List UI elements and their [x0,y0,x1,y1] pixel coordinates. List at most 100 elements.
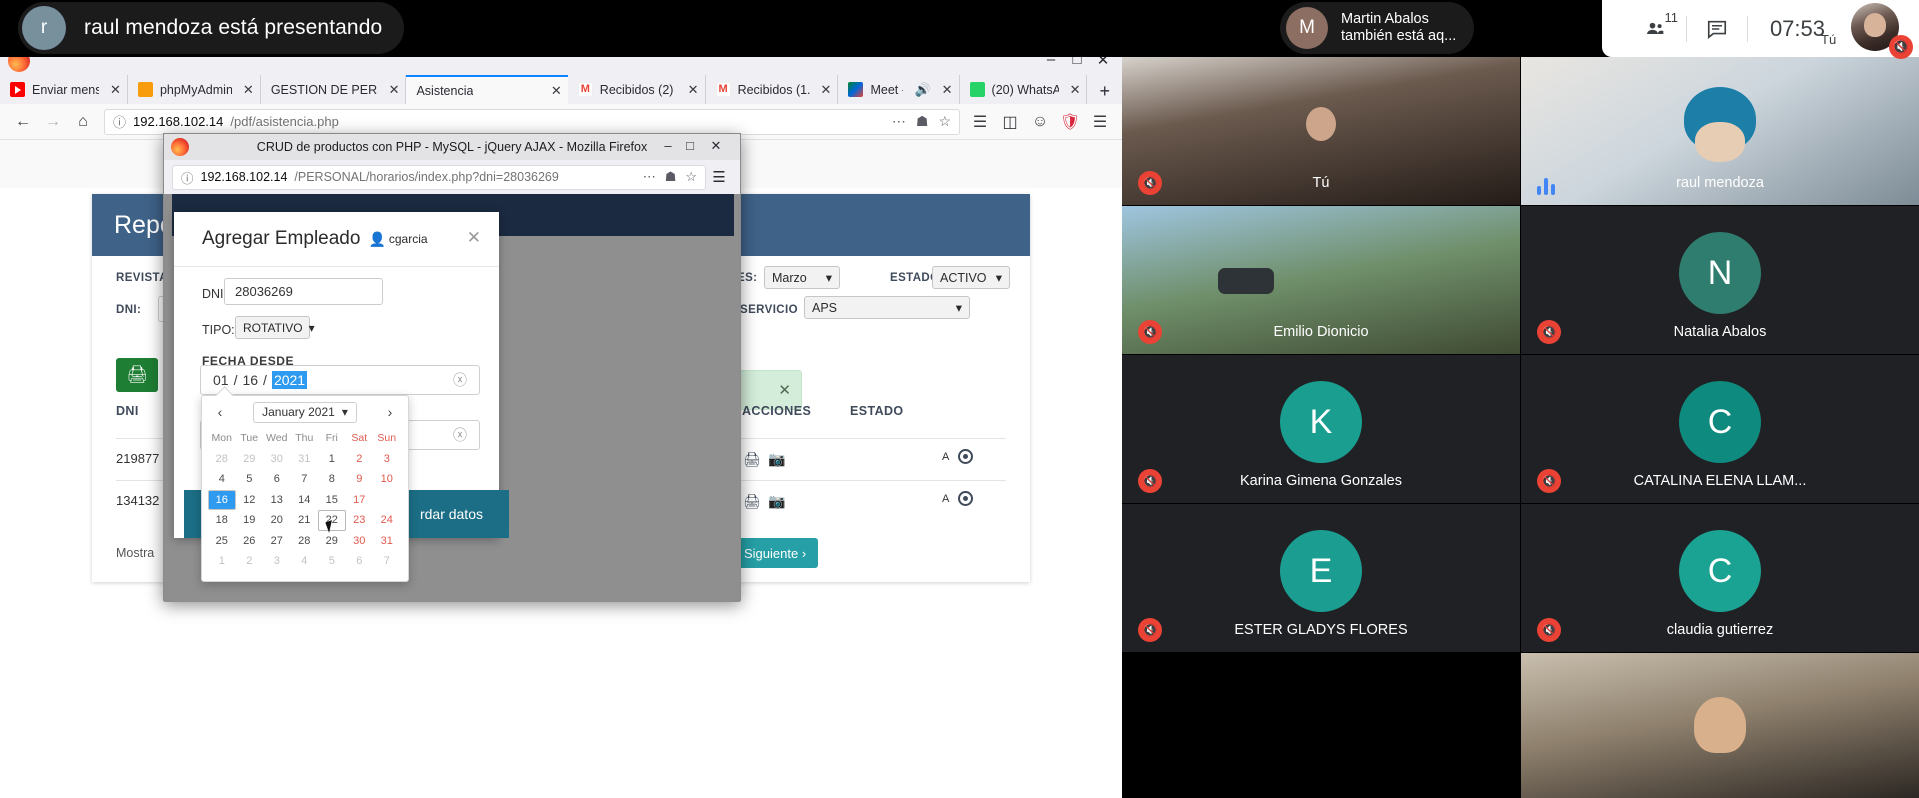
dni-input[interactable]: 28036269 [224,278,383,305]
clear-circle-icon[interactable]: ⓧ [453,425,467,445]
self-avatar-area[interactable]: Tú 🔇 [1821,0,1913,59]
chevron-left-icon[interactable]: ‹ [212,404,228,420]
hamburger-menu-icon[interactable]: ☰ [706,168,732,186]
tab-phpmyadmin[interactable]: phpMyAdmin ✕ [128,75,261,104]
calendar-day-31[interactable]: 31 [291,449,319,470]
calendar-day-4[interactable]: 4 [208,469,236,490]
participant-tile[interactable] [1521,653,1919,798]
calendar-day-30[interactable]: 30 [346,531,374,552]
fecha-desde-input[interactable]: 01 / 16 / 2021 ⓧ [200,365,480,395]
participant-tile[interactable]: C CATALINA ELENA LLAM... 🔇 [1521,355,1919,503]
calendar-day-10[interactable]: 10 [373,469,401,490]
estado-radio[interactable] [958,491,973,506]
tab-mute-icon[interactable]: 🔊 [910,82,930,98]
calendar-day-14[interactable]: 14 [291,490,319,511]
select-mes[interactable]: Marzo ▾ [764,266,840,289]
tab-close-icon[interactable]: ✕ [239,82,254,98]
calendar-day-15[interactable]: 15 [318,490,346,511]
tab-meet[interactable]: Meet - ieu-ree 🔊 ✕ [838,75,960,104]
tab-gestion-de-personal[interactable]: GESTION DE PERSON ✕ [261,75,407,104]
address-bar[interactable]: ⓘ 192.168.102.14 /pdf/asistencia.php ⋯ ☗… [104,108,960,135]
tab-recibidos-1459[interactable]: Recibidos (1.459) ✕ [706,75,839,104]
sidebar-icon[interactable]: ◫ [996,112,1024,132]
calendar-day-1[interactable]: 1 [318,449,346,470]
tab-close-icon[interactable]: ✕ [1066,82,1081,98]
calendar-day-12[interactable]: 12 [236,490,264,511]
tab-recibidos-2[interactable]: Recibidos (2) - cle ✕ [568,75,706,104]
participant-tile[interactable]: Tú 🔇 [1122,57,1520,205]
calendar-day-2[interactable]: 2 [236,551,264,572]
pocket-icon[interactable]: ☗ [916,113,929,130]
calendar-day-5[interactable]: 5 [318,551,346,572]
calendar-day-17[interactable]: 17 [346,490,374,511]
printer-icon[interactable]: 🖨 [743,493,761,510]
calendar-day-20[interactable]: 20 [263,510,291,531]
calendar-day-27[interactable]: 27 [263,531,291,552]
close-icon[interactable]: ✕ [778,381,791,399]
calendar-day-3[interactable]: 3 [263,551,291,572]
participant-tile[interactable]: E ESTER GLADYS FLORES 🔇 [1122,504,1520,652]
select-estado[interactable]: ACTIVO ▾ [932,266,1010,289]
star-icon[interactable]: ☆ [938,113,951,130]
participant-tile[interactable]: Emilio Dionicio 🔇 [1122,206,1520,354]
calendar-day-23[interactable]: 23 [346,510,374,531]
calendar-day-21[interactable]: 21 [291,510,319,531]
calendar-day-25[interactable]: 25 [208,531,236,552]
calendar-day-7[interactable]: 7 [291,469,319,490]
calendar-day-30[interactable]: 30 [263,449,291,470]
hamburger-menu-icon[interactable]: ☰ [1086,112,1114,132]
participant-tile[interactable]: N Natalia Abalos 🔇 [1521,206,1919,354]
shield-icon[interactable]: 🛡 [1056,112,1084,132]
ellipsis-icon[interactable]: ⋯ [643,169,656,185]
star-icon[interactable]: ☆ [685,169,697,185]
calendar-day-1[interactable]: 1 [208,551,236,572]
tab-close-icon[interactable]: ✕ [547,83,562,99]
popup-address-bar[interactable]: ⓘ 192.168.102.14 /PERSONAL/horarios/inde… [172,164,706,190]
camera-icon[interactable]: 📷 [768,493,785,510]
participants-button[interactable]: 11 [1624,0,1686,57]
calendar-day-26[interactable]: 26 [236,531,264,552]
calendar-day-19[interactable]: 19 [236,510,264,531]
tab-whatsapp[interactable]: (20) WhatsApp ✕ [960,75,1088,104]
calendar-day-3[interactable]: 3 [373,449,401,470]
calendar-day-18[interactable]: 18 [208,510,236,531]
calendar-day-5[interactable]: 5 [236,469,264,490]
calendar-day-28[interactable]: 28 [208,449,236,470]
account-icon[interactable]: ☺ [1026,113,1054,131]
close-icon[interactable]: ✕ [706,138,726,154]
minimize-icon[interactable]: – [658,138,678,153]
tab-enviar-mensajes[interactable]: Enviar mensajes ✕ [0,75,128,104]
printer-icon[interactable]: 🖨 [743,451,761,468]
calendar-day-13[interactable]: 13 [263,490,291,511]
home-button[interactable]: ⌂ [68,113,98,131]
pocket-icon[interactable]: ☗ [665,169,677,185]
calendar-day-6[interactable]: 6 [263,469,291,490]
tab-close-icon[interactable]: ✕ [106,82,121,98]
chat-button[interactable] [1687,0,1747,57]
estado-radio[interactable] [958,449,973,464]
clear-circle-icon[interactable]: ⓧ [453,370,467,390]
calendar-day-28[interactable]: 28 [291,531,319,552]
mic-off-icon[interactable]: 🔇 [1889,35,1913,59]
calendar-day-31[interactable]: 31 [373,531,401,552]
tab-asistencia[interactable]: Asistencia ✕ [406,75,568,104]
tab-close-icon[interactable]: ✕ [684,82,699,98]
tab-close-icon[interactable]: ✕ [938,82,953,98]
participant-tile[interactable]: raul mendoza [1521,57,1919,205]
date-year[interactable]: 2021 [271,371,308,389]
info-circle-icon[interactable]: ⓘ [113,112,126,131]
back-button[interactable]: ← [8,113,38,131]
calendar-day-16[interactable]: 16 [208,489,236,510]
participant-tile[interactable]: K Karina Gimena Gonzales 🔇 [1122,355,1520,503]
calendar-day-6[interactable]: 6 [346,551,374,572]
calendar-day-24[interactable]: 24 [373,510,401,531]
tab-close-icon[interactable]: ✕ [817,82,832,98]
forward-button[interactable]: → [38,113,68,131]
calendar-day-2[interactable]: 2 [346,449,374,470]
calendar-day-29[interactable]: 29 [318,531,346,552]
calendar-day-9[interactable]: 9 [346,469,374,490]
calendar-day-7[interactable]: 7 [373,551,401,572]
print-button[interactable]: 🖨 [116,358,158,392]
new-tab-button[interactable]: + [1087,78,1122,104]
maximize-icon[interactable]: □ [680,138,700,153]
